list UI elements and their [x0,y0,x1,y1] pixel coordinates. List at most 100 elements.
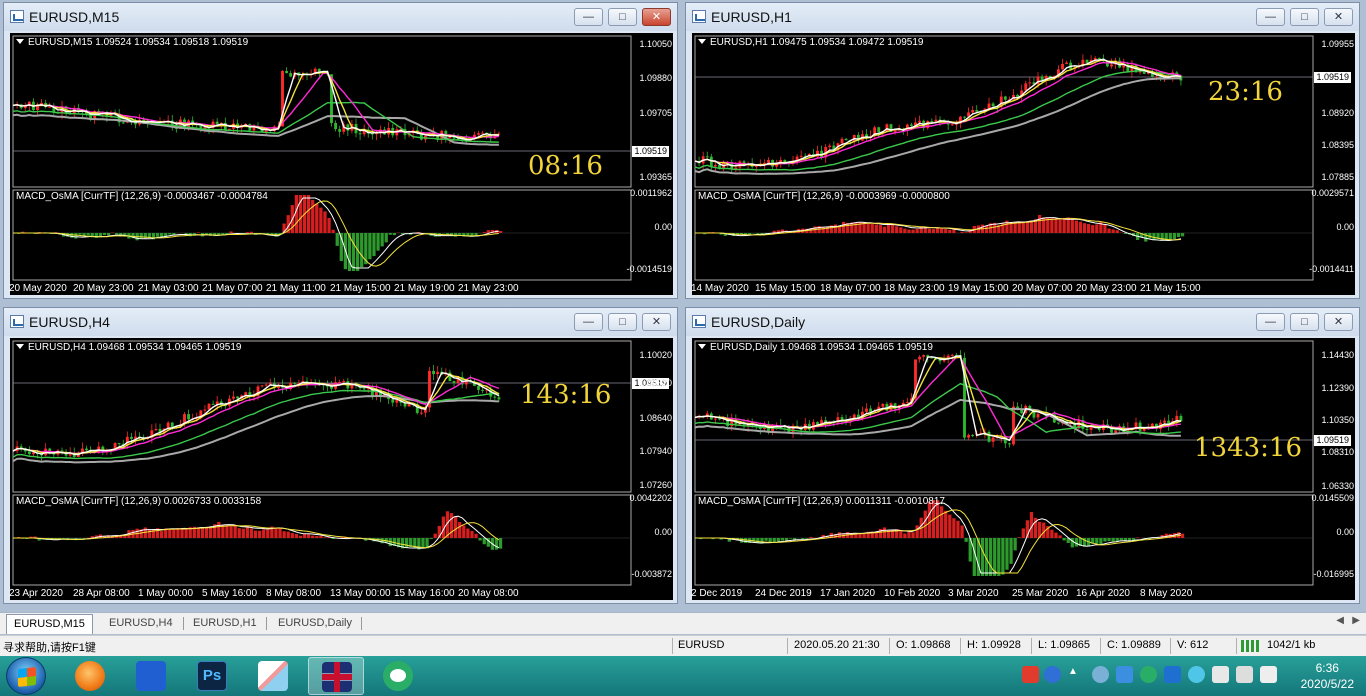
tray-expand-icon[interactable]: ▲ [1068,666,1078,683]
chart-pane[interactable]: EURUSD,H1 1.09475 1.09534 1.09472 1.0951… [691,33,1355,295]
maximize-button[interactable]: □ [608,8,637,26]
tab-eurusd-m15[interactable]: EURUSD,M15 [6,614,93,634]
candle-body [1061,63,1064,70]
tab-eurusd-h1[interactable]: EURUSD,H1 [186,614,264,634]
dropdown-triangle-icon[interactable] [698,344,706,349]
status-help: 寻求帮助,请按F1键 [3,642,96,654]
chart-header[interactable]: EURUSD,Daily 1.09468 1.09534 1.09465 1.0… [698,342,933,353]
price-axis-label: 1.06330 [1321,481,1354,491]
macd-bar [1144,233,1148,242]
target-icon[interactable] [1092,666,1109,683]
time-axis-label: 16 Apr 2020 [1076,588,1130,599]
taskbar-paint[interactable] [245,657,301,695]
macd-bar [1095,538,1099,544]
taskbar-metatrader[interactable] [308,657,364,695]
ma-green-line [694,70,1182,171]
flower-icon[interactable] [1188,666,1205,683]
time-axis-label: 20 May 23:00 [73,283,134,294]
macd-bar [837,226,842,233]
macd-bar [307,195,311,233]
ma-gray-line [694,77,1181,175]
chart-window[interactable]: EURUSD,H4 — □ ✕ EURUSD,H4 1.09468 1.0953… [3,307,678,604]
minimize-button[interactable]: — [574,8,603,26]
macd-bar [1111,538,1115,542]
close-button[interactable]: ✕ [642,313,671,331]
macd-bar [1119,538,1123,541]
close-button[interactable]: ✕ [1324,313,1353,331]
macd-bar [927,228,932,233]
minimize-button[interactable]: — [1256,313,1285,331]
taskbar-wechat[interactable] [370,657,426,695]
time-axis-label: 20 May 08:00 [458,588,519,599]
price-axis-label: 1.10050 [639,39,672,49]
macd-axis-label: 0.00 [654,527,672,537]
taskbar-foxmail[interactable] [62,657,118,695]
dropdown-triangle-icon[interactable] [16,39,24,44]
maximize-button[interactable]: □ [608,313,637,331]
taskbar-photoshop[interactable]: Ps [184,657,240,695]
candle-body [877,127,881,133]
time-axis-label: 17 Jan 2020 [820,588,876,599]
candle-body [971,435,975,437]
candle-body [975,109,979,112]
chart-header[interactable]: EURUSD,H4 1.09468 1.09534 1.09465 1.0951… [16,342,242,353]
window-title-bar[interactable]: EURUSD,Daily — □ ✕ [686,308,1359,336]
close-button[interactable]: ✕ [642,8,671,26]
price-axis-label: 1.08640 [639,413,672,423]
macd-bar [360,233,364,268]
shield-icon[interactable] [1164,666,1181,683]
signal-icon[interactable] [1236,666,1253,683]
dropdown-triangle-icon[interactable] [698,39,706,44]
macd-bar [776,538,780,542]
maximize-button[interactable]: □ [1290,313,1319,331]
chart-pane[interactable]: EURUSD,Daily 1.09468 1.09534 1.09465 1.0… [691,338,1355,600]
wechat-tray-icon[interactable] [1140,666,1157,683]
volume-muted-icon[interactable] [1260,666,1277,683]
macd-bar [376,233,380,251]
cube-icon[interactable] [1116,666,1133,683]
chart-header[interactable]: EURUSD,M15 1.09524 1.09534 1.09518 1.095… [16,37,248,48]
maximize-button[interactable]: □ [1290,8,1319,26]
candle-body [918,120,922,123]
candle-body [1154,76,1158,78]
price-axis-label: 1.09320 [639,378,672,388]
candle-body [718,418,721,420]
tab-scroll-arrows[interactable]: ◀ ▶ [1336,615,1360,626]
macd-bar [217,233,221,235]
macd-axis-label: -0.0014411 [1309,264,1354,274]
macd-bar [948,514,952,538]
dropdown-triangle-icon[interactable] [16,344,24,349]
chart-pane[interactable]: EURUSD,M15 1.09524 1.09534 1.09518 1.095… [9,33,673,295]
taskbar-clock[interactable]: 6:36 2020/5/22 [1301,660,1354,692]
macd-bar [911,229,915,233]
macd-bar [960,525,964,538]
start-button[interactable] [6,657,46,695]
macd-bar [233,526,237,538]
macd-bar [384,233,388,243]
tab-eurusd-h4[interactable]: EURUSD,H4 [102,614,180,634]
minimize-button[interactable]: — [574,313,603,331]
candles [15,364,501,461]
macd-bar [984,225,989,233]
macd-bar [429,538,433,539]
window-title-bar[interactable]: EURUSD,M15 — □ ✕ [4,3,677,31]
sogou-icon[interactable] [1022,666,1039,683]
macd-bar [882,527,887,538]
macd-bar [311,200,315,233]
chart-header[interactable]: EURUSD,H1 1.09475 1.09534 1.09472 1.0951… [698,37,924,48]
macd-bar [221,525,225,538]
chart-window[interactable]: EURUSD,Daily — □ ✕ EURUSD,Daily 1.09468 … [685,307,1360,604]
close-button[interactable]: ✕ [1324,8,1353,26]
window-title-bar[interactable]: EURUSD,H1 — □ ✕ [686,3,1359,31]
chart-window[interactable]: EURUSD,H1 — □ ✕ EURUSD,H1 1.09475 1.0953… [685,2,1360,299]
macd-bar [253,530,258,538]
minimize-button[interactable]: — [1256,8,1285,26]
chart-pane[interactable]: EURUSD,H4 1.09468 1.09534 1.09465 1.0951… [9,338,673,600]
chart-window[interactable]: EURUSD,M15 — □ ✕ EURUSD,M15 1.09524 1.09… [3,2,678,299]
taskbar-feishu[interactable] [123,657,179,695]
tab-eurusd-daily[interactable]: EURUSD,Daily [271,614,359,634]
window-title-bar[interactable]: EURUSD,H4 — □ ✕ [4,308,677,336]
macd-bar [923,510,927,538]
help-icon[interactable] [1044,666,1061,683]
network-icon[interactable] [1212,666,1229,683]
